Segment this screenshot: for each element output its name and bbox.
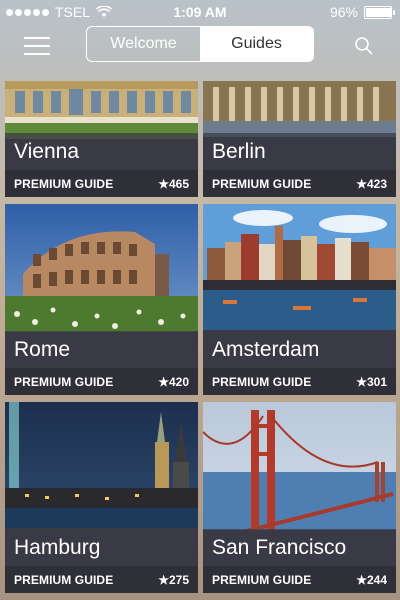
segmented-control: Welcome Guides xyxy=(86,26,314,62)
city-title: Berlin xyxy=(203,133,396,170)
guide-card-hamburg[interactable]: Hamburg PREMIUM GUIDE ★275 xyxy=(5,402,198,593)
nav-bar: Welcome Guides xyxy=(0,24,400,74)
city-title: Amsterdam xyxy=(203,331,396,368)
battery-percent: 96% xyxy=(329,4,358,20)
guide-card-rome[interactable]: Rome PREMIUM GUIDE ★420 xyxy=(5,204,198,395)
battery-icon xyxy=(364,5,395,19)
guide-info-bar: PREMIUM GUIDE ★301 xyxy=(203,368,396,395)
guide-card-berlin[interactable]: Berlin PREMIUM GUIDE ★423 xyxy=(203,81,396,197)
guide-label: PREMIUM GUIDE xyxy=(14,572,114,587)
hamburger-icon[interactable] xyxy=(24,37,50,59)
guide-info-bar: PREMIUM GUIDE ★423 xyxy=(203,170,396,197)
guide-card-amsterdam[interactable]: Amsterdam PREMIUM GUIDE ★301 xyxy=(203,204,396,395)
guide-info-bar: PREMIUM GUIDE ★465 xyxy=(5,170,198,197)
guide-info-bar: PREMIUM GUIDE ★275 xyxy=(5,566,198,593)
guide-card-san-francisco[interactable]: San Francisco PREMIUM GUIDE ★244 xyxy=(203,402,396,593)
guide-label: PREMIUM GUIDE xyxy=(212,374,312,389)
battery-group: 96% xyxy=(329,4,395,20)
guide-label: PREMIUM GUIDE xyxy=(212,572,312,587)
city-title: Vienna xyxy=(5,133,198,170)
guide-label: PREMIUM GUIDE xyxy=(14,374,114,389)
rating: ★423 xyxy=(356,176,387,191)
rating: ★244 xyxy=(356,572,387,587)
tab-guides[interactable]: Guides xyxy=(200,27,313,61)
rating: ★420 xyxy=(158,374,189,389)
rating: ★465 xyxy=(158,176,189,191)
status-bar: TSEL 1:09 AM 96% xyxy=(0,0,400,24)
rating: ★301 xyxy=(356,374,387,389)
search-icon[interactable] xyxy=(354,36,374,56)
battery-fill xyxy=(366,7,391,17)
guide-info-bar: PREMIUM GUIDE ★244 xyxy=(203,566,396,593)
city-title: Rome xyxy=(5,331,198,368)
rating: ★275 xyxy=(158,572,189,587)
guide-label: PREMIUM GUIDE xyxy=(14,176,114,191)
guide-card-vienna[interactable]: Vienna PREMIUM GUIDE ★465 xyxy=(5,81,198,197)
guide-info-bar: PREMIUM GUIDE ★420 xyxy=(5,368,198,395)
guides-grid: Vienna PREMIUM GUIDE ★465 Berlin PREMIUM… xyxy=(5,81,396,593)
tab-welcome[interactable]: Welcome xyxy=(87,27,200,61)
guide-label: PREMIUM GUIDE xyxy=(212,176,312,191)
city-title: Hamburg xyxy=(5,529,198,566)
city-title: San Francisco xyxy=(203,529,396,566)
